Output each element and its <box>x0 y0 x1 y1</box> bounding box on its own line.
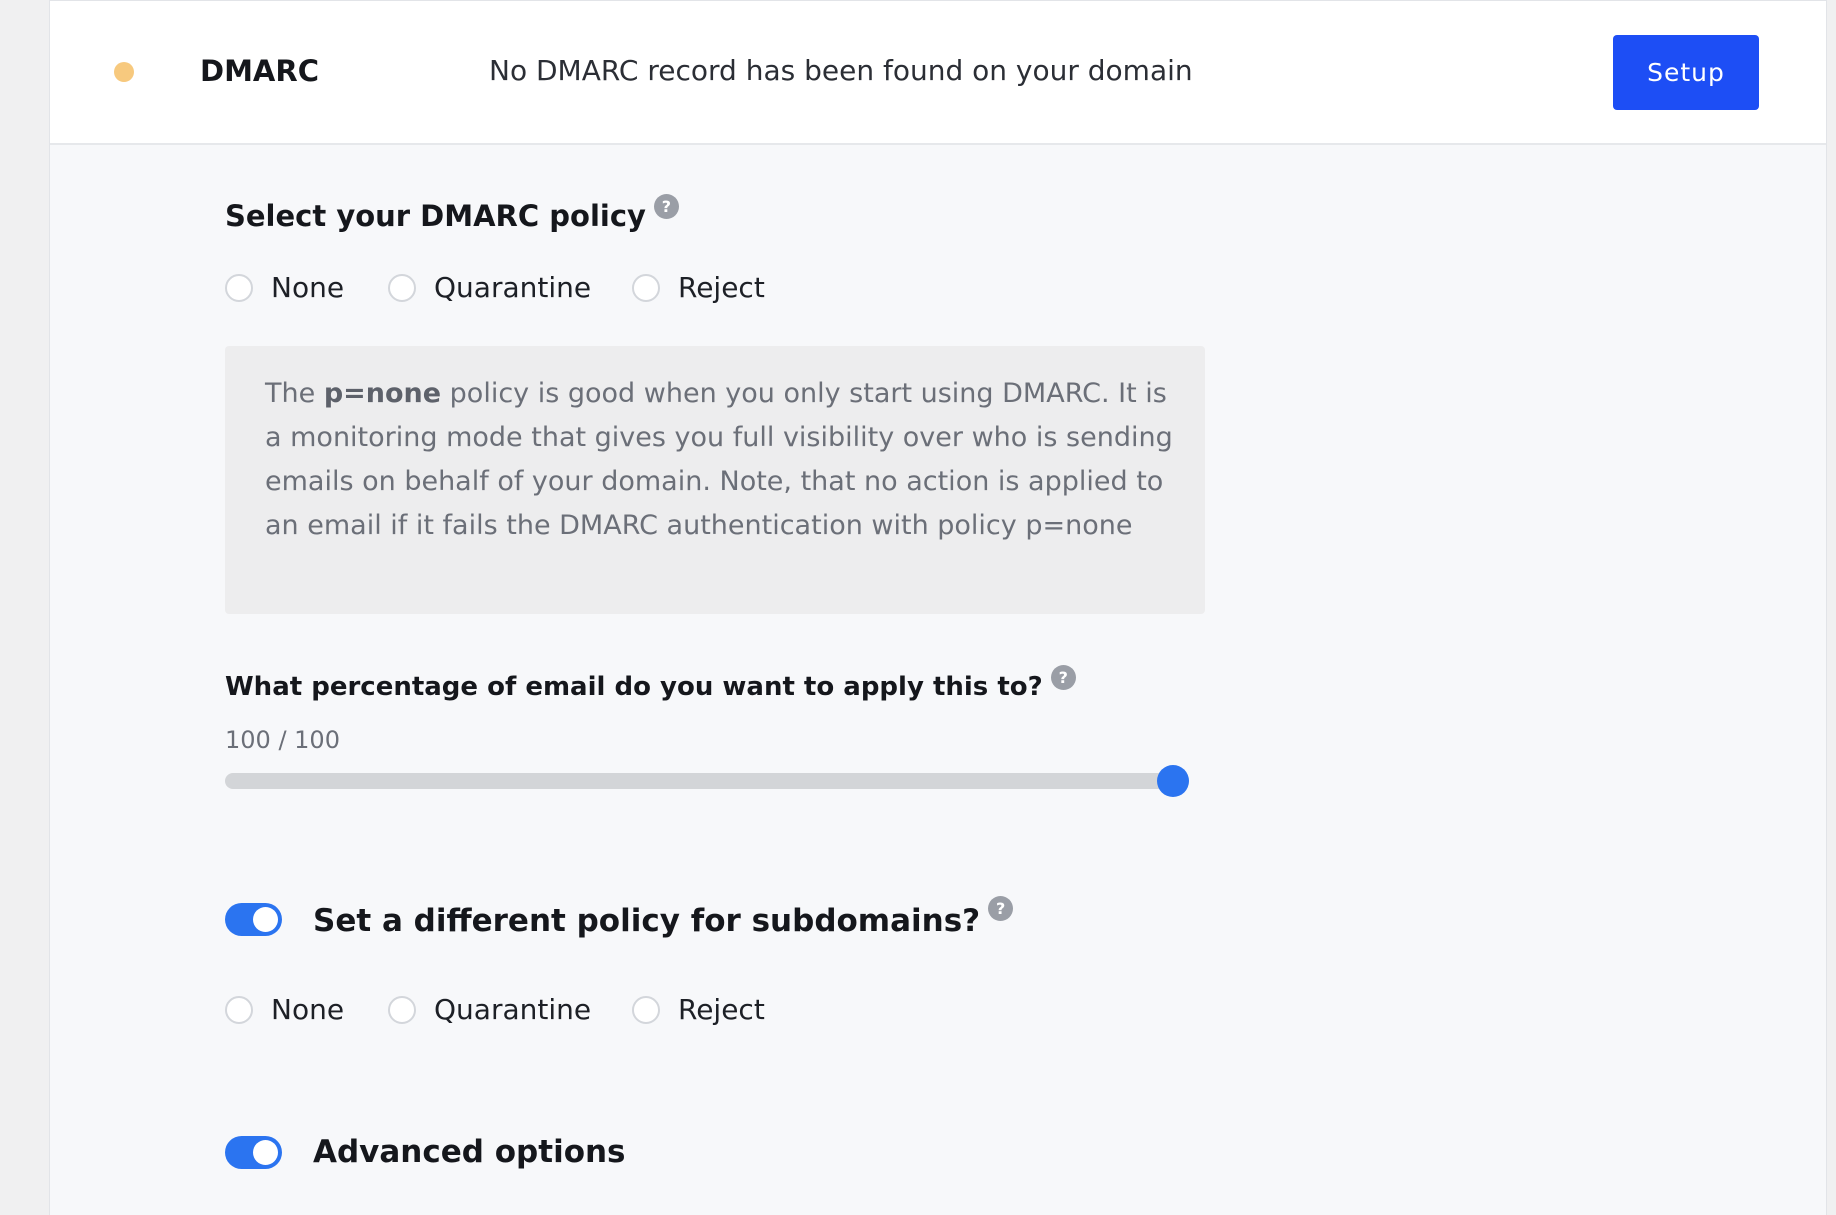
policy-option-reject[interactable]: Reject <box>632 268 765 308</box>
radio-circle-icon[interactable] <box>632 274 660 302</box>
subdomain-option-none[interactable]: None <box>225 990 388 1030</box>
radio-label: Quarantine <box>434 271 592 304</box>
status-dot-icon <box>114 62 134 82</box>
radio-label: Reject <box>678 271 765 304</box>
info-text-highlight: p=none <box>323 378 442 409</box>
policy-option-none[interactable]: None <box>225 268 388 308</box>
radio-label: None <box>271 271 345 304</box>
policy-info-box: The p=none policy is good when you only … <box>225 346 1205 614</box>
policy-title-text: Select your DMARC policy <box>225 199 646 233</box>
subdomain-radio-group: None Quarantine Reject <box>225 990 765 1030</box>
percentage-value: 100 / 100 <box>225 726 340 754</box>
dmarc-status-message: No DMARC record has been found on your d… <box>489 54 1193 87</box>
percentage-slider[interactable] <box>225 765 1189 797</box>
dmarc-header: DMARC No DMARC record has been found on … <box>50 1 1826 145</box>
setup-button[interactable]: Setup <box>1613 35 1759 110</box>
subdomain-option-quarantine[interactable]: Quarantine <box>388 990 632 1030</box>
subdomain-label-text: Set a different policy for subdomains? <box>313 903 981 939</box>
advanced-options-label: Advanced options <box>313 1134 626 1170</box>
radio-circle-icon[interactable] <box>632 996 660 1024</box>
toggle-knob <box>253 1140 278 1165</box>
radio-circle-icon[interactable] <box>225 996 253 1024</box>
radio-label: Quarantine <box>434 993 592 1026</box>
question-circle-icon[interactable]: ? <box>653 194 679 219</box>
radio-label: Reject <box>678 993 765 1026</box>
toggle-knob <box>253 907 278 932</box>
policy-section-title: Select your DMARC policy? <box>225 194 679 236</box>
subdomain-policy-label: Set a different policy for subdomains?? <box>313 896 1014 942</box>
slider-thumb[interactable] <box>1157 765 1189 797</box>
advanced-options-toggle[interactable] <box>225 1136 282 1169</box>
radio-circle-icon[interactable] <box>388 274 416 302</box>
dmarc-title: DMARC <box>200 54 319 88</box>
policy-radio-group: None Quarantine Reject <box>225 268 765 308</box>
question-circle-icon[interactable]: ? <box>988 896 1014 921</box>
radio-circle-icon[interactable] <box>225 274 253 302</box>
question-circle-icon[interactable]: ? <box>1050 665 1076 690</box>
percentage-section-title: What percentage of email do you want to … <box>225 665 1076 707</box>
percentage-title-text: What percentage of email do you want to … <box>225 672 1043 702</box>
radio-circle-icon[interactable] <box>388 996 416 1024</box>
radio-label: None <box>271 993 345 1026</box>
info-text-prefix: The <box>265 378 324 409</box>
subdomain-policy-toggle[interactable] <box>225 903 282 936</box>
dmarc-card: DMARC No DMARC record has been found on … <box>49 0 1827 1215</box>
policy-option-quarantine[interactable]: Quarantine <box>388 268 632 308</box>
subdomain-option-reject[interactable]: Reject <box>632 990 765 1030</box>
